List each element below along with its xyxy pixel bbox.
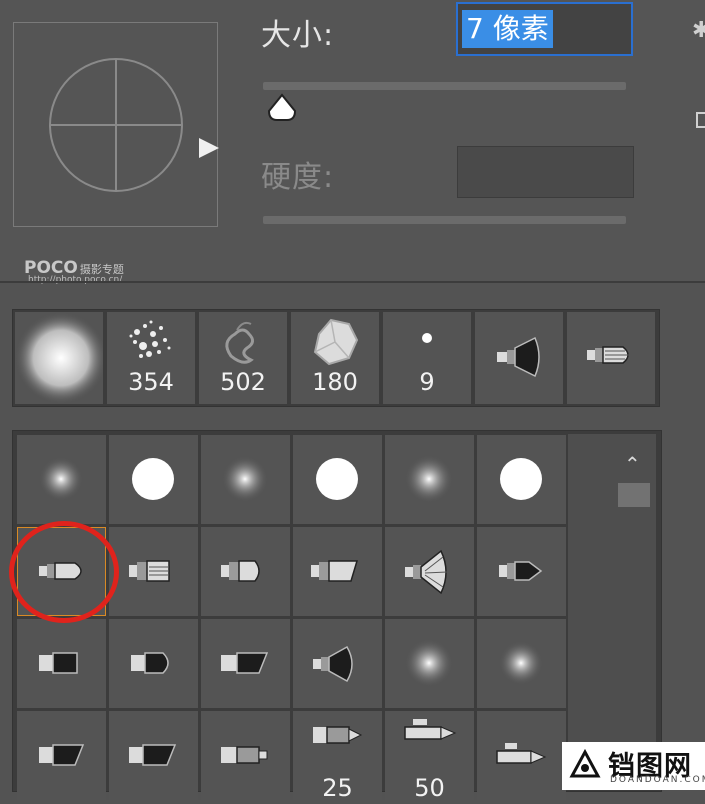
size-slider[interactable] [263,82,626,90]
brush-preset[interactable] [385,619,474,708]
spatter-brush-icon [129,320,171,358]
soft-round-brush-icon [499,641,543,685]
marker-brush-icon [313,726,363,744]
poco-watermark: POCO 摄影专题 http://photo.poco.cn/ [24,258,124,285]
hardness-slider[interactable] [263,216,626,224]
brush-preset[interactable] [385,435,474,524]
brush-preset[interactable] [385,527,474,616]
hardness-input[interactable] [457,146,634,198]
hard-round-brush-icon [500,458,542,500]
round-flat-brush-icon [221,560,260,582]
brush-preset[interactable] [17,435,106,524]
brush-preset-grid: 25 50 [12,430,662,802]
brush-size-label: 25 [322,774,353,802]
brush-preset[interactable] [17,619,106,708]
soft-round-brush-icon [222,456,268,502]
watermark-url: http://photo.poco.cn/ [28,275,123,285]
brush-preset[interactable] [477,711,566,800]
pointed-dark-brush-icon [499,561,543,581]
scroll-up-icon[interactable]: ⌃ [624,452,641,476]
brush-preset[interactable] [109,711,198,800]
round-dark-brush-icon [131,652,169,674]
scroll-thumb[interactable] [618,483,650,507]
hard-round-brush-icon [132,458,174,500]
panel-edge-icon[interactable] [696,112,705,128]
hardness-label: 硬度: [261,160,335,195]
brush-preset[interactable] [201,619,290,708]
airbrush-icon [496,743,547,764]
flat-brush-icon [129,560,170,582]
size-value[interactable]: 7 像素 [462,10,553,48]
brush-preset[interactable] [109,619,198,708]
brush-settings-panel: 大小: 7 像素 ✱ 硬度: POCO 摄影专题 http://photo.poc… [0,0,705,285]
preview-arrow-icon[interactable] [199,138,219,158]
brush-preset[interactable] [109,435,198,524]
recent-brush[interactable] [475,312,563,404]
brush-preset[interactable]: 25 [293,711,382,802]
logo-mark-icon [569,748,601,778]
brush-preset[interactable]: 50 [385,711,474,802]
brush-size-label: 354 [128,368,174,396]
angled-dark-brush-icon [129,744,177,766]
settings-gear-icon[interactable]: ✱ [692,18,705,43]
marker-brush-icon [221,746,268,764]
brush-angle-icon [49,58,183,192]
hard-round-brush-icon [422,333,432,343]
recent-brush[interactable]: 502 [199,312,287,404]
angled-dark-brush-icon [221,652,269,674]
logo-domain: DOANDOAN.COM [610,775,705,785]
soft-round-brush-icon [405,455,453,503]
brush-size-label: 9 [419,368,435,396]
panel-divider [0,281,705,283]
brush-preset[interactable] [17,711,106,800]
recent-brush[interactable]: 9 [383,312,471,404]
fan-brush-icon [497,336,540,378]
size-slider-thumb[interactable] [265,93,299,123]
brush-preset[interactable] [201,711,290,800]
size-label: 大小: [261,18,335,53]
brush-size-label: 502 [220,368,266,396]
soft-round-brush-icon [15,312,103,404]
brush-preset[interactable] [293,619,382,708]
recent-brushes-row: 354 502 180 9 [12,309,660,407]
brush-preset[interactable] [109,527,198,616]
brush-preset[interactable] [293,527,382,616]
brush-preset[interactable] [201,435,290,524]
recent-brush[interactable]: 354 [107,312,195,404]
brush-preset[interactable] [201,527,290,616]
brush-preset[interactable] [477,527,566,616]
site-logo: 铛图网 DOANDOAN.COM [562,742,705,790]
highlight-circle [9,521,119,623]
crystal-brush-icon [313,318,359,366]
brush-preset[interactable] [477,619,566,708]
soft-round-brush-icon [405,639,453,687]
brush-size-label: 50 [414,774,445,802]
brush-size-label: 180 [312,368,358,396]
hard-round-brush-icon [316,458,358,500]
soft-round-brush-icon [39,457,83,501]
airbrush-icon [404,719,457,740]
fan-dark-brush-icon [313,645,353,683]
recent-brush[interactable]: 180 [291,312,379,404]
recent-brush[interactable] [567,312,655,404]
brush-preset[interactable] [477,435,566,524]
angled-brush-icon [311,560,359,582]
size-input[interactable]: 7 像素 [456,2,633,56]
flat-dark-brush-icon [39,652,78,674]
angled-dark-brush-icon [39,744,85,766]
pointed-brush-icon [587,346,629,364]
recent-brush[interactable] [15,312,103,404]
fan-brush-icon [405,549,448,595]
brush-preset[interactable] [293,435,382,524]
smoke-brush-icon [225,321,254,364]
brush-tip-preview[interactable] [13,22,219,227]
